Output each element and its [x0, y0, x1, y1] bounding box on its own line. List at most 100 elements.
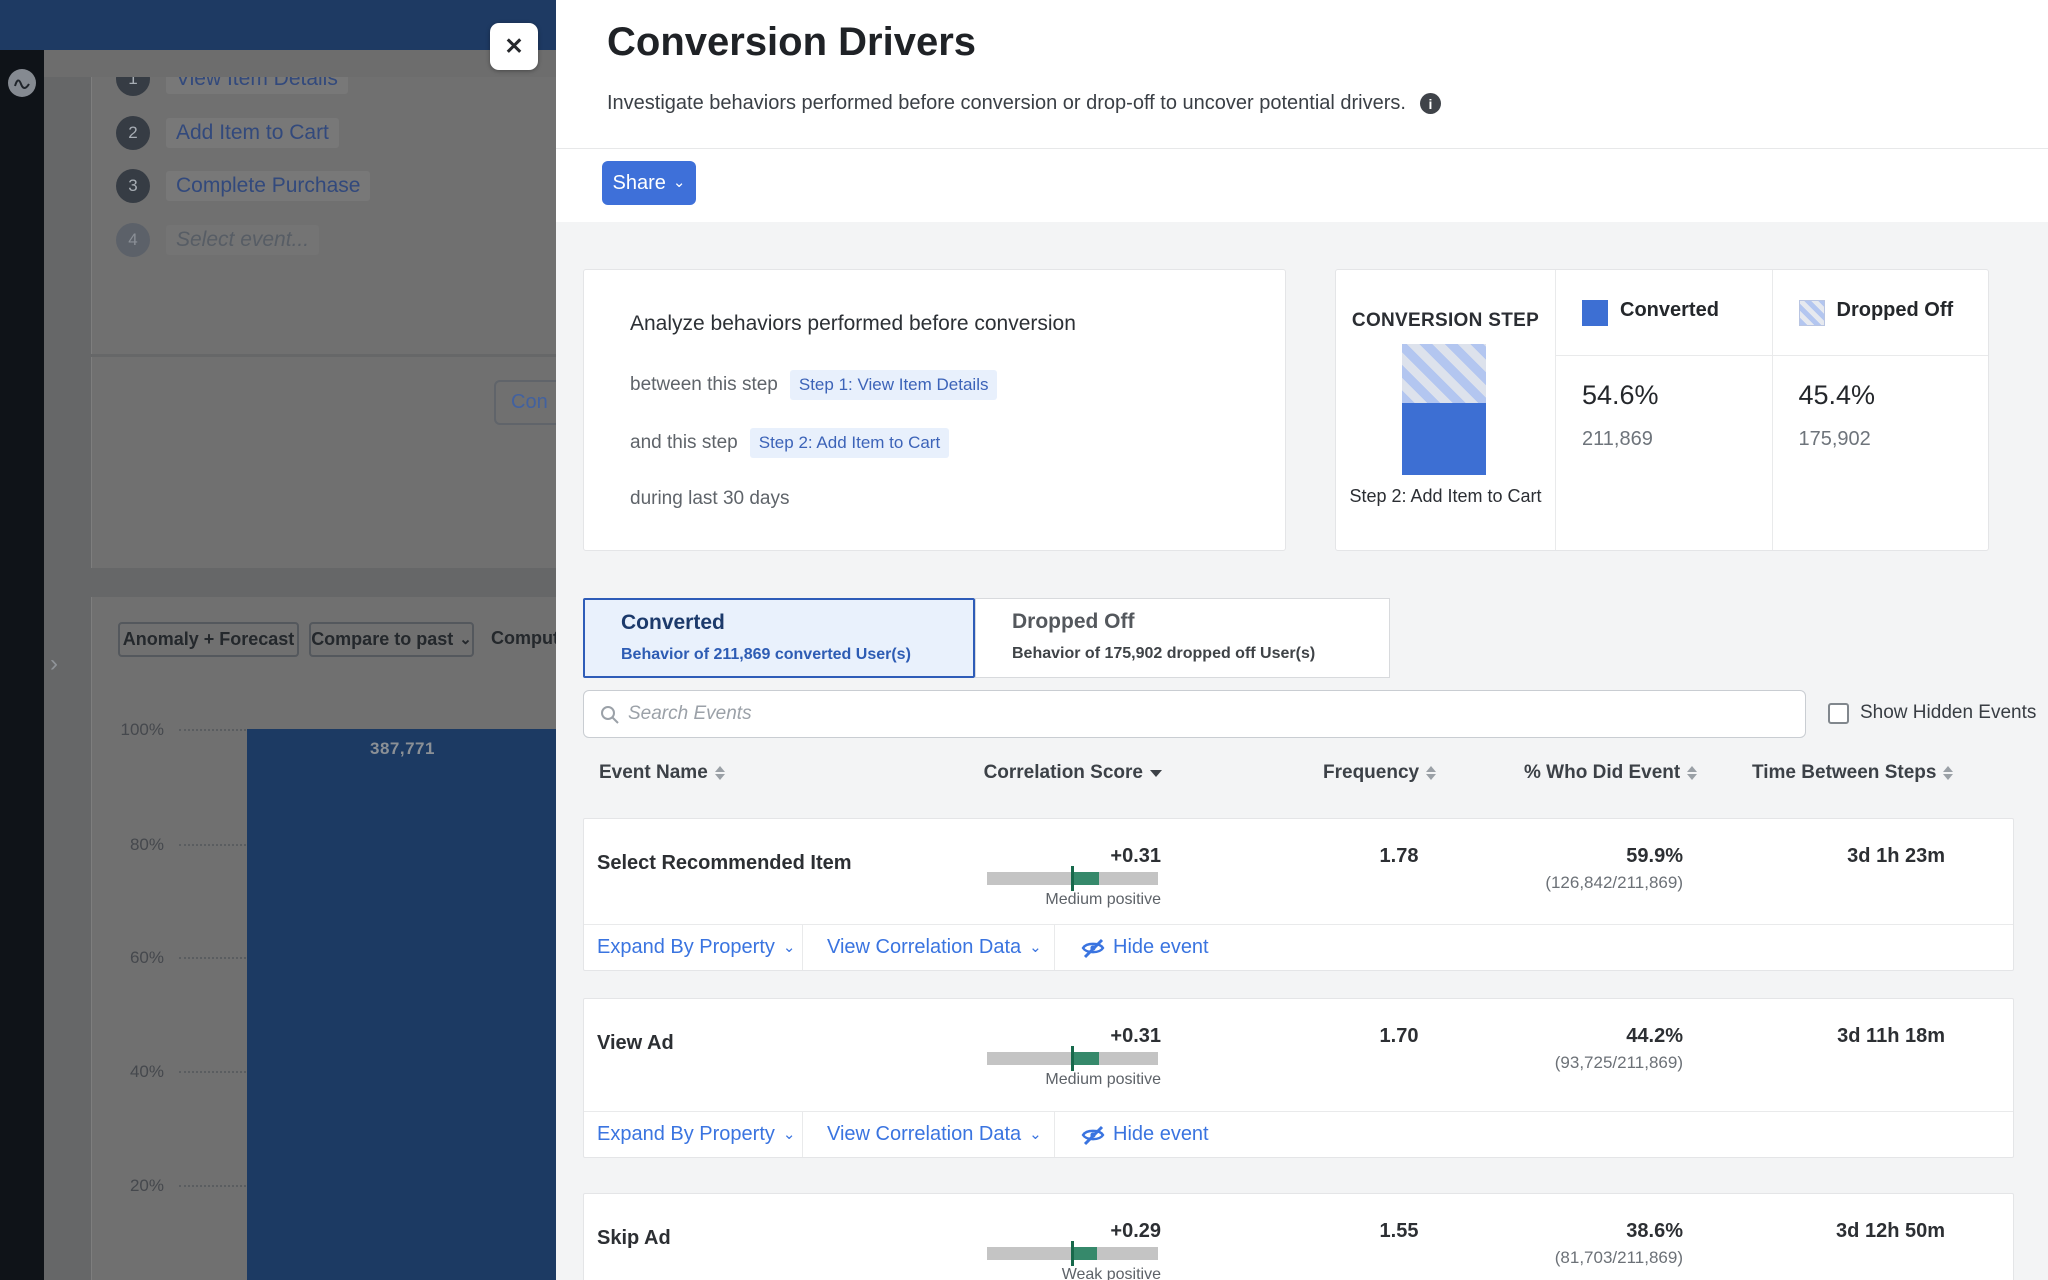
correlation-strength-label: Medium positive [961, 891, 1161, 909]
header-time-between-steps[interactable]: Time Between Steps [1752, 762, 1953, 784]
page-subtitle: Investigate behaviors performed before c… [607, 92, 1406, 115]
tab-dropped-off[interactable]: Dropped Off Behavior of 175,902 dropped … [975, 598, 1390, 678]
step-label[interactable]: Select event... [166, 225, 319, 255]
step-number-badge: 4 [116, 223, 150, 257]
page-title: Conversion Drivers [607, 20, 976, 65]
dropped-off-swatch-icon [1799, 300, 1825, 326]
converted-count: 211,869 [1582, 428, 1653, 451]
between-step-label: between this step [630, 374, 778, 396]
criteria-heading: Analyze behaviors performed before conve… [630, 312, 1076, 336]
left-sidebar [0, 50, 44, 1280]
sort-icon[interactable] [1687, 766, 1697, 780]
event-row-view-ad: View Ad +0.31 Medium positive 1.70 44.2%… [583, 998, 2014, 1158]
header-event-name[interactable]: Event Name [599, 762, 725, 784]
header-correlation-score[interactable]: Correlation Score [922, 762, 1162, 784]
event-row-select-recommended-item: Select Recommended Item +0.31 Medium pos… [583, 818, 2014, 971]
funnel-steps-panel: 1 View Item Details 2 Add Item to Cart 3… [91, 77, 557, 354]
step-label[interactable]: Complete Purchase [166, 171, 370, 201]
sort-icon[interactable] [1943, 766, 1953, 780]
chevron-down-icon: ⌄ [1029, 1130, 1042, 1140]
hide-event-link[interactable]: Hide event [1055, 925, 1209, 970]
correlation-value: +0.29 [961, 1220, 1161, 1243]
tab-converted-subtitle: Behavior of 211,869 converted User(s) [621, 646, 911, 664]
compare-to-past-button[interactable]: Compare to past ⌄ [309, 622, 474, 657]
chevron-down-icon: ⌄ [1029, 943, 1042, 953]
y-tick-40: 40% [104, 1062, 164, 1082]
funnel-bar-step1[interactable]: 387,771 [247, 729, 557, 1280]
correlation-center-tick [1071, 1241, 1074, 1266]
amplitude-logo-icon[interactable] [8, 69, 36, 97]
correlation-strength-label: Medium positive [961, 1071, 1161, 1089]
duration-label: during last 30 days [630, 488, 790, 510]
eye-off-icon [1081, 936, 1105, 960]
conversion-drivers-modal: Conversion Drivers Investigate behaviors… [556, 0, 2048, 1280]
compare-to-past-label: Compare to past [311, 629, 453, 650]
header-frequency[interactable]: Frequency [1323, 762, 1436, 784]
converted-legend-label: Converted [1620, 299, 1719, 322]
chevron-down-icon: ⌄ [459, 635, 472, 645]
frequency-value: 1.55 [1349, 1220, 1449, 1243]
pct-value: 44.2% [1483, 1025, 1683, 1048]
correlation-strength-label: Weak positive [961, 1266, 1161, 1280]
expand-by-property-link[interactable]: Expand By Property⌄ [584, 925, 803, 970]
funnel-step-4-placeholder[interactable]: 4 Select event... [116, 222, 319, 258]
funnel-step-1[interactable]: 1 View Item Details [116, 77, 348, 97]
pct-detail: (93,725/211,869) [1453, 1053, 1683, 1073]
pct-value: 59.9% [1483, 845, 1683, 868]
time-between-steps-value: 3d 11h 18m [1745, 1025, 1945, 1048]
pct-detail: (81,703/211,869) [1453, 1248, 1683, 1268]
frequency-value: 1.78 [1349, 845, 1449, 868]
time-between-steps-value: 3d 12h 50m [1745, 1220, 1945, 1243]
share-label: Share [613, 172, 666, 195]
event-name: Select Recommended Item [597, 852, 852, 875]
event-row-skip-ad: Skip Ad +0.29 Weak positive 1.55 38.6% (… [583, 1193, 2014, 1280]
y-tick-100: 100% [104, 720, 164, 740]
info-icon[interactable]: i [1420, 93, 1441, 114]
step2-chip[interactable]: Step 2: Add Item to Cart [750, 428, 949, 458]
hide-event-link[interactable]: Hide event [1055, 1112, 1209, 1157]
step1-chip[interactable]: Step 1: View Item Details [790, 370, 998, 400]
header-pct-who-did-event[interactable]: % Who Did Event [1524, 762, 1697, 784]
close-button[interactable]: ✕ [490, 23, 538, 70]
compute-button-cut[interactable]: Compute [491, 628, 557, 649]
correlation-fill [1072, 1247, 1097, 1260]
converted-bar-segment [1402, 403, 1486, 475]
dropped-off-count: 175,902 [1799, 428, 1871, 451]
search-events-box [583, 690, 1806, 738]
show-hidden-events-checkbox[interactable] [1828, 703, 1849, 724]
share-button[interactable]: Share ⌄ [602, 161, 696, 205]
dropped-off-legend-label: Dropped Off [1837, 299, 1954, 322]
pct-value: 38.6% [1483, 1220, 1683, 1243]
view-correlation-data-link[interactable]: View Correlation Data⌄ [803, 925, 1055, 970]
tab-dropped-off-subtitle: Behavior of 175,902 dropped off User(s) [1012, 645, 1315, 663]
converted-pct: 54.6% [1582, 380, 1659, 411]
table-header-row: Event Name Correlation Score Frequency %… [556, 762, 2014, 792]
funnel-step-3[interactable]: 3 Complete Purchase [116, 168, 370, 204]
tab-dropped-off-title: Dropped Off [1012, 610, 1134, 634]
chevron-down-icon: ⌄ [783, 943, 796, 953]
frequency-value: 1.70 [1349, 1025, 1449, 1048]
sort-icon[interactable] [1426, 766, 1436, 780]
step-label[interactable]: Add Item to Cart [166, 118, 339, 148]
view-correlation-data-link[interactable]: View Correlation Data⌄ [803, 1112, 1055, 1157]
sort-desc-icon[interactable] [1150, 770, 1162, 777]
expand-by-property-link[interactable]: Expand By Property⌄ [584, 1112, 803, 1157]
tab-converted[interactable]: Converted Behavior of 211,869 converted … [583, 598, 975, 678]
chevron-down-icon: ⌄ [783, 1130, 796, 1140]
panel-expand-chevron-icon[interactable]: › [50, 650, 58, 678]
funnel-step-2[interactable]: 2 Add Item to Cart [116, 115, 339, 151]
search-input[interactable] [628, 691, 1788, 737]
pct-detail: (126,842/211,869) [1453, 873, 1683, 893]
dropped-off-pct: 45.4% [1799, 380, 1876, 411]
conversion-step-title: CONVERSION STEP [1336, 310, 1555, 332]
step-label[interactable]: View Item Details [166, 77, 348, 94]
sort-icon[interactable] [715, 766, 725, 780]
y-tick-60: 60% [104, 948, 164, 968]
step-number-badge: 1 [116, 77, 150, 96]
correlation-fill [1072, 872, 1099, 885]
chevron-down-icon: ⌄ [673, 178, 686, 188]
anomaly-forecast-button[interactable]: Anomaly + Forecast [118, 622, 299, 657]
correlation-value: +0.31 [961, 1025, 1161, 1048]
correlation-center-tick [1071, 866, 1074, 891]
funnel-bar-value: 387,771 [247, 739, 557, 759]
